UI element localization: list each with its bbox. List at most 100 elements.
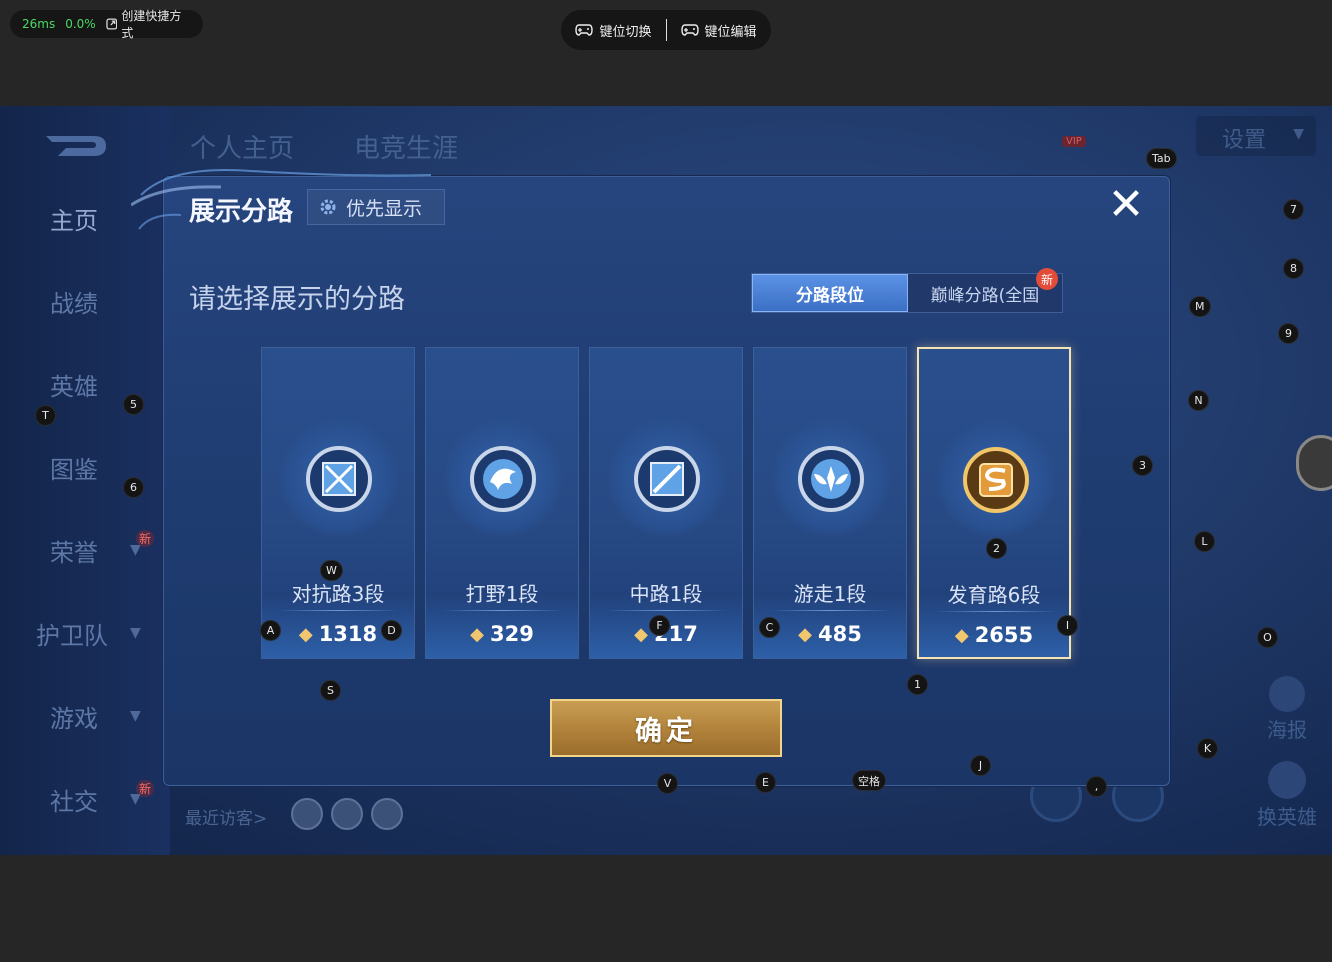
create-shortcut-button[interactable]: 创建快捷方式 bbox=[106, 7, 191, 41]
lane-score: ◆ 329 bbox=[426, 622, 578, 646]
sidebar-item-label: 荣誉 bbox=[50, 538, 98, 567]
lane-card-support[interactable]: 游走1段 ◆ 485 bbox=[753, 347, 907, 659]
lane-name: 打野1段 bbox=[465, 582, 539, 606]
floating-edge-button[interactable] bbox=[1296, 435, 1332, 491]
key-marker-m[interactable]: M bbox=[1189, 296, 1211, 317]
divider bbox=[935, 611, 1057, 612]
latency-value: 26ms bbox=[22, 17, 56, 31]
key-marker-k[interactable]: K bbox=[1197, 738, 1218, 759]
key-marker-o[interactable]: O bbox=[1257, 627, 1278, 648]
priority-display-button[interactable]: 优先显示 bbox=[307, 189, 445, 225]
key-edit-button[interactable]: 键位编辑 bbox=[667, 21, 771, 40]
sidebar-item-label: 主页 bbox=[50, 206, 98, 235]
lane-name: 中路1段 bbox=[629, 582, 703, 606]
close-button[interactable]: ✕ bbox=[1106, 183, 1146, 227]
wings-icon bbox=[798, 446, 864, 512]
key-marker-n[interactable]: N bbox=[1188, 390, 1209, 411]
diamond-icon: ◆ bbox=[470, 623, 484, 645]
game-viewport: 主页 战绩 英雄 图鉴 荣誉 ▼ 新 护卫队 ▼ 游戏 ▼ 社交 ▼ 新 个人主页 电竞… bbox=[0, 106, 1332, 855]
key-edit-label: 键位编辑 bbox=[704, 24, 757, 40]
key-marker-d[interactable]: D bbox=[381, 620, 402, 641]
key-marker-comma[interactable]: , bbox=[1086, 776, 1107, 797]
avatar[interactable] bbox=[291, 798, 323, 830]
key-marker-a[interactable]: A bbox=[260, 620, 281, 641]
tab-label: 巅峰分路(全国 bbox=[930, 285, 1040, 306]
change-hero-label: 换英雄 bbox=[1257, 805, 1317, 829]
poster-icon bbox=[1269, 676, 1305, 712]
gear-icon bbox=[320, 199, 336, 215]
key-marker-t[interactable]: T bbox=[35, 405, 56, 426]
diamond-icon: ◆ bbox=[954, 624, 969, 646]
key-marker-f[interactable]: F bbox=[649, 615, 670, 636]
tab-esports[interactable]: 电竞生涯 bbox=[354, 128, 458, 165]
confirm-button[interactable]: 确定 bbox=[550, 699, 782, 757]
tab-profile[interactable]: 个人主页 bbox=[190, 128, 294, 165]
diamond-icon: ◆ bbox=[298, 623, 313, 645]
divider bbox=[278, 610, 400, 611]
key-marker-9[interactable]: 9 bbox=[1278, 323, 1299, 344]
recent-visitors-link[interactable]: 最近访客> bbox=[185, 804, 267, 829]
key-switch-label: 键位切换 bbox=[599, 24, 652, 40]
farm-lane-icon bbox=[963, 447, 1029, 513]
sidebar-item-label: 英雄 bbox=[50, 372, 98, 401]
score-value: 485 bbox=[818, 622, 862, 646]
key-marker-5[interactable]: 5 bbox=[123, 394, 144, 415]
avatar[interactable] bbox=[371, 798, 403, 830]
divider bbox=[442, 610, 564, 611]
chevron-down-icon: ▼ bbox=[1293, 126, 1304, 142]
diamond-icon: ◆ bbox=[634, 623, 648, 645]
gamepad-icon bbox=[680, 24, 699, 36]
chevron-down-icon: ▼ bbox=[130, 625, 141, 641]
lane-name: 对抗路3段 bbox=[291, 582, 385, 606]
tab-peak-lane[interactable]: 巅峰分路(全国 新 bbox=[908, 268, 1062, 312]
profile-tabs: 个人主页 电竞生涯 bbox=[190, 128, 458, 165]
sidebar-item-label: 图鉴 bbox=[50, 455, 98, 484]
settings-button[interactable]: 设置 ▼ bbox=[1196, 116, 1316, 156]
key-marker-2[interactable]: 2 bbox=[986, 538, 1007, 559]
game-logo-icon bbox=[46, 136, 106, 156]
tab-lane-rank[interactable]: 分路段位 bbox=[752, 274, 908, 312]
lane-display-dialog: 展示分路 优先显示 ✕ 请选择展示的分路 分路段位 巅峰分路(全国 新 对抗路3… bbox=[131, 169, 1170, 786]
key-marker-6[interactable]: 6 bbox=[123, 477, 144, 498]
confirm-label: 确定 bbox=[635, 715, 697, 747]
key-marker-tab[interactable]: Tab bbox=[1146, 148, 1177, 169]
score-value: 329 bbox=[490, 622, 534, 646]
lane-name: 发育路6段 bbox=[947, 583, 1041, 607]
crossed-swords-icon bbox=[306, 446, 372, 512]
key-marker-w[interactable]: W bbox=[320, 560, 343, 581]
poster-button[interactable]: 海报 bbox=[1262, 676, 1312, 743]
create-shortcut-label: 创建快捷方式 bbox=[121, 9, 182, 40]
sidebar-item-label: 护卫队 bbox=[36, 621, 108, 650]
key-marker-7[interactable]: 7 bbox=[1283, 199, 1304, 220]
score-value: 2655 bbox=[974, 623, 1034, 647]
key-switch-button[interactable]: 键位切换 bbox=[561, 21, 665, 40]
new-badge: 新 bbox=[1036, 268, 1058, 290]
key-marker-c[interactable]: C bbox=[759, 617, 780, 638]
change-hero-button[interactable]: 换英雄 bbox=[1252, 761, 1322, 830]
lane-card-farm-selected[interactable]: 发育路6段 ◆ 2655 bbox=[917, 347, 1071, 659]
key-marker-8[interactable]: 8 bbox=[1283, 258, 1304, 279]
chevron-down-icon: ▼ bbox=[130, 708, 141, 724]
lane-card-top[interactable]: 对抗路3段 ◆ 1318 bbox=[261, 347, 415, 659]
key-marker-e[interactable]: E bbox=[755, 772, 776, 793]
sidebar-item-label: 战绩 bbox=[50, 289, 98, 318]
key-marker-s[interactable]: S bbox=[320, 680, 341, 701]
new-badge: 新 bbox=[136, 780, 155, 797]
key-marker-v[interactable]: V bbox=[657, 773, 678, 794]
key-marker-3[interactable]: 3 bbox=[1132, 455, 1153, 476]
key-marker-1[interactable]: 1 bbox=[907, 674, 928, 695]
key-marker-space[interactable]: 空格 bbox=[852, 770, 886, 791]
key-marker-j[interactable]: J bbox=[970, 755, 991, 776]
lane-tabs: 分路段位 巅峰分路(全国 新 bbox=[751, 268, 1063, 313]
key-marker-i[interactable]: I bbox=[1057, 615, 1078, 636]
lane-card-mid[interactable]: 中路1段 ◆ 217 bbox=[589, 347, 743, 659]
mid-lane-icon bbox=[634, 446, 700, 512]
key-marker-l[interactable]: L bbox=[1194, 531, 1215, 552]
tab-label: 分路段位 bbox=[796, 285, 864, 306]
sidebar-item-label: 社交 bbox=[50, 787, 98, 816]
lane-card-jungle[interactable]: 打野1段 ◆ 329 bbox=[425, 347, 579, 659]
avatar[interactable] bbox=[331, 798, 363, 830]
lane-name: 游走1段 bbox=[793, 582, 867, 606]
performance-stats: 26ms 0.0% 创建快捷方式 bbox=[10, 7, 203, 41]
priority-display-label: 优先显示 bbox=[346, 197, 423, 220]
